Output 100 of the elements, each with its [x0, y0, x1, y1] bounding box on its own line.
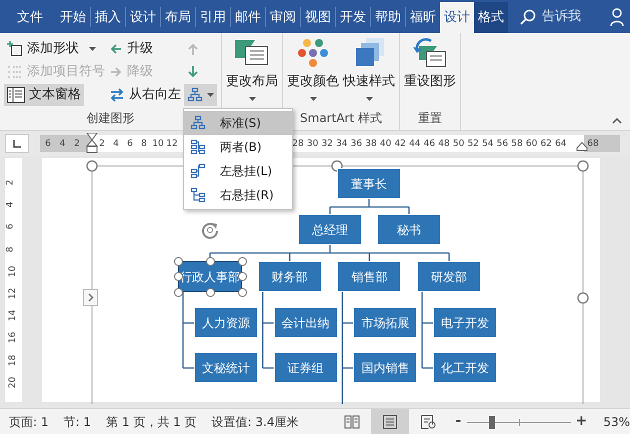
ribbon-tab[interactable]: 邮件: [231, 2, 265, 33]
ribbon-tab[interactable]: 文件: [4, 2, 56, 33]
org-chart-node[interactable]: 财务部: [258, 261, 322, 292]
zoom-out-button[interactable]: -: [453, 411, 464, 432]
org-chart-node[interactable]: 市场拓展: [353, 307, 418, 338]
ruler-number: 52: [467, 138, 479, 151]
zoom-percentage: 53%: [603, 414, 630, 430]
group-label: 创建图形: [86, 110, 134, 127]
ruler-number: 28: [292, 138, 304, 151]
ribbon-large-button[interactable]: 更改布局: [224, 38, 280, 104]
ruler-number: 62: [540, 138, 552, 151]
org-chart-node[interactable]: 会计出纳: [274, 307, 338, 338]
org-chart-node[interactable]: 研发部: [417, 261, 482, 292]
tab-stop-button[interactable]: [5, 134, 29, 153]
ruler-number: 36: [350, 138, 362, 151]
status-text: 第 1 页，共 1 页: [106, 414, 197, 430]
tab-stop-icon: [13, 140, 21, 148]
ruler-number: 56: [496, 138, 508, 151]
person-icon[interactable]: [610, 8, 624, 26]
swap-arrows-icon: [109, 87, 125, 103]
org-layout-icon: [190, 139, 206, 155]
expand-pane-button[interactable]: [83, 289, 98, 306]
zoom-slider-thumb[interactable]: [489, 416, 496, 428]
ruler-number: 8: [141, 138, 147, 151]
up-arrow-icon: [187, 42, 199, 56]
ruler-number: 2: [6, 180, 16, 186]
rotate-handle-icon[interactable]: [201, 221, 219, 239]
org-chart-node[interactable]: 化工开发: [433, 352, 498, 383]
menu-item[interactable]: 右悬挂(R): [184, 183, 292, 207]
ribbon-tab[interactable]: 审阅: [266, 2, 300, 33]
color-dots-icon: [296, 38, 330, 68]
ribbon-button[interactable]: 升级: [106, 38, 156, 60]
ruler-number: 34: [336, 138, 348, 151]
caret-icon: [207, 93, 214, 97]
reset-graphic-icon: [413, 38, 447, 68]
ribbon-tab[interactable]: 布局: [161, 2, 195, 33]
ruler-number: 8: [6, 246, 16, 252]
ribbon-icon-button[interactable]: [184, 84, 217, 106]
resize-handle[interactable]: [206, 256, 214, 266]
ribbon-tab[interactable]: 引用: [196, 2, 230, 33]
ruler-number: 38: [365, 138, 377, 151]
ruler-number: 44: [409, 138, 421, 151]
ruler-number: 6: [6, 224, 16, 230]
org-chart-node[interactable]: 总经理: [298, 214, 362, 245]
tell-me-field[interactable]: 告诉我: [542, 6, 592, 26]
zoom-slider[interactable]: [467, 414, 572, 428]
ribbon-tab[interactable]: 开始: [56, 2, 90, 33]
ribbon-large-button[interactable]: 更改颜色: [285, 38, 341, 104]
org-chart-node[interactable]: 人力资源: [194, 307, 258, 338]
org-chart-node[interactable]: 电子开发: [433, 307, 498, 338]
ruler-number: 18: [9, 354, 18, 366]
ruler-number: 6: [45, 138, 51, 151]
right-indent-marker-icon[interactable]: [576, 142, 588, 151]
ribbon-large-button[interactable]: 快速样式: [341, 38, 397, 104]
zoom-in-button[interactable]: +: [575, 411, 588, 432]
org-layout-icon: [190, 187, 206, 203]
right-arrow-icon: [109, 65, 123, 79]
ribbon-tab[interactable]: 插入: [91, 2, 125, 33]
ribbon-button[interactable]: 文本窗格: [4, 84, 84, 106]
org-layout-icon: [190, 115, 206, 131]
org-chart-node[interactable]: 证券组: [274, 352, 338, 383]
ribbon-tab[interactable]: 设计: [440, 2, 474, 33]
ruler-number: 4: [113, 138, 119, 151]
ribbon-button[interactable]: 添加形状: [4, 38, 99, 60]
view-button[interactable]: [371, 409, 410, 434]
ruler-number: 68: [587, 138, 599, 151]
search-icon: [520, 8, 536, 24]
org-layout-icon: [190, 163, 206, 179]
ribbon-tab[interactable]: 福昕: [406, 2, 440, 33]
org-chart-node[interactable]: 董事长: [337, 168, 401, 199]
menu-item[interactable]: 左悬挂(L): [184, 159, 292, 183]
ruler-number: 40: [380, 138, 392, 151]
indent-marker-icon[interactable]: [86, 133, 98, 153]
layout-icon: [235, 38, 269, 68]
ruler-number: 16: [9, 332, 18, 344]
menu-item[interactable]: 两者(B): [184, 135, 292, 159]
ruler-number: 10: [9, 266, 18, 278]
org-chart-node[interactable]: 销售部: [337, 261, 402, 292]
chevron-right-icon: [88, 293, 94, 302]
ribbon-button[interactable]: 从右向左: [106, 84, 184, 106]
ribbon-large-button[interactable]: 重设图形: [402, 38, 458, 104]
ruler-number: 20: [9, 376, 18, 388]
ribbon-tab[interactable]: 视图: [301, 2, 335, 33]
org-chart-node[interactable]: 秘书: [377, 214, 441, 245]
ruler-number: 4: [6, 202, 16, 208]
ruler-number: 6: [127, 138, 133, 151]
collapse-ribbon-icon[interactable]: [612, 118, 622, 124]
ribbon-tab[interactable]: 设计: [126, 2, 160, 33]
org-chart-node[interactable]: 国内销售: [353, 352, 418, 383]
ruler-number: 30: [306, 138, 318, 151]
ribbon-tab[interactable]: 开发: [336, 2, 370, 33]
caret-icon: [310, 96, 316, 100]
org-chart-node[interactable]: 文秘统计: [194, 352, 258, 383]
ribbon-tab[interactable]: 格式: [474, 2, 508, 33]
ruler-number: 58: [511, 138, 523, 151]
menu-item[interactable]: 标准(S): [184, 111, 292, 135]
ribbon-tab[interactable]: 帮助: [371, 2, 405, 33]
ruler-number: 48: [438, 138, 450, 151]
status-text: 页面: 1: [9, 414, 48, 430]
ruler-number: 2: [74, 138, 80, 151]
